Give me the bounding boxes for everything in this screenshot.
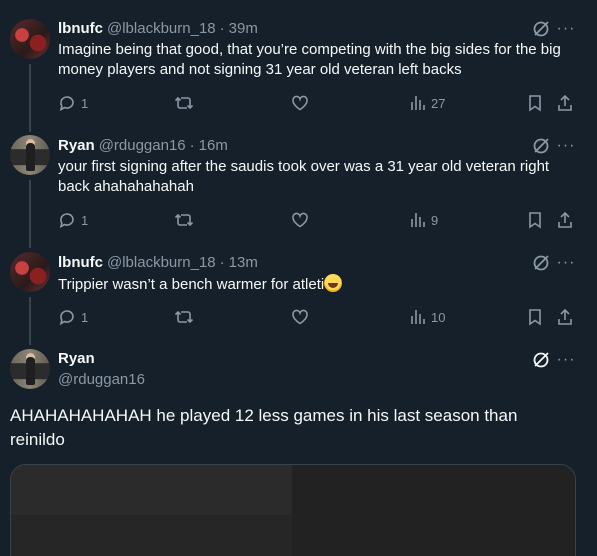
conversation-feed: lbnufc @lblackburn_18 · 39m ··· Imagine … [0, 0, 597, 556]
reply-count: 1 [81, 212, 89, 228]
reply-icon [58, 211, 76, 229]
author-name[interactable]: lbnufc [58, 254, 103, 271]
share-icon [556, 94, 574, 112]
like-button[interactable] [291, 307, 314, 327]
reply-text: your first signing after the saudis took… [58, 158, 550, 195]
like-icon [291, 94, 309, 112]
share-icon [556, 211, 574, 229]
reply-header: lbnufc @lblackburn_18 · 13m [58, 252, 258, 272]
reply-button[interactable]: 1 [58, 307, 88, 327]
avatar[interactable] [10, 135, 50, 175]
view-count: 9 [431, 212, 439, 228]
reply-icon [58, 308, 76, 326]
reply-text: Trippier wasn’t a bench warmer for atlet… [58, 274, 573, 295]
views-icon [410, 211, 426, 229]
rolling-on-floor-laughing-emoji [324, 274, 343, 292]
views-icon [410, 308, 426, 326]
timestamp[interactable]: 39m [229, 20, 258, 37]
reply-header: lbnufc @lblackburn_18 · 39m [58, 18, 258, 38]
separator: · [219, 19, 225, 37]
avatar[interactable] [10, 252, 50, 292]
grok-icon[interactable] [532, 351, 550, 369]
reply-text: Imagine being that good, that you’re com… [58, 41, 561, 78]
author-handle[interactable]: @rduggan16 [58, 371, 145, 388]
views-icon [410, 94, 426, 112]
thread-line [29, 180, 31, 248]
separator: · [189, 136, 195, 154]
grok-icon[interactable] [532, 254, 550, 272]
views-button[interactable]: 10 [410, 307, 445, 327]
retweet-icon [174, 94, 194, 112]
bookmark-button[interactable] [527, 210, 543, 230]
more-icon[interactable]: ··· [556, 20, 576, 38]
reply-button[interactable]: 1 [58, 93, 88, 113]
reply-header: Ryan @rduggan16 · 16m [58, 135, 228, 155]
grok-icon[interactable] [532, 137, 550, 155]
like-button[interactable] [291, 210, 314, 230]
timestamp[interactable]: 13m [229, 254, 258, 271]
reply-count: 1 [81, 95, 89, 111]
view-count: 27 [431, 95, 446, 111]
author-name[interactable]: lbnufc [58, 20, 103, 37]
like-icon [291, 308, 309, 326]
post-media[interactable] [10, 464, 576, 556]
views-button[interactable]: 9 [410, 210, 438, 230]
more-icon[interactable]: ··· [556, 351, 576, 369]
media-image-left-top [11, 465, 292, 515]
like-icon [291, 211, 309, 229]
grok-icon[interactable] [532, 20, 550, 38]
timestamp[interactable]: 16m [199, 137, 228, 154]
share-button[interactable] [556, 210, 574, 230]
reply-icon [58, 94, 76, 112]
media-image-right[interactable] [292, 465, 575, 556]
more-icon[interactable]: ··· [556, 254, 576, 272]
author-handle[interactable]: @lblackburn_18 [107, 20, 216, 37]
view-count: 10 [431, 309, 446, 325]
reply-actions: 1 9 [58, 210, 578, 230]
retweet-button[interactable] [174, 307, 199, 327]
separator: · [219, 253, 225, 271]
retweet-icon [174, 308, 194, 326]
bookmark-button[interactable] [527, 93, 543, 113]
more-icon[interactable]: ··· [556, 137, 576, 155]
reply-count: 1 [81, 309, 89, 325]
share-button[interactable] [556, 307, 574, 327]
post-text: AHAHAHAHAHAH he played 12 less games in … [10, 406, 518, 449]
author-name[interactable]: Ryan [58, 350, 95, 367]
avatar[interactable] [10, 349, 50, 389]
retweet-button[interactable] [174, 210, 199, 230]
bookmark-icon [527, 211, 543, 229]
reply-actions: 1 27 [58, 93, 578, 113]
retweet-icon [174, 211, 194, 229]
retweet-button[interactable] [174, 93, 199, 113]
author-handle[interactable]: @rduggan16 [99, 137, 186, 154]
share-icon [556, 308, 574, 326]
share-button[interactable] [556, 93, 574, 113]
author-name[interactable]: Ryan [58, 137, 95, 154]
thread-line [29, 297, 31, 345]
like-button[interactable] [291, 93, 314, 113]
reply-button[interactable]: 1 [58, 210, 88, 230]
thread-line [29, 64, 31, 132]
bookmark-icon [527, 308, 543, 326]
reply-text-content: Trippier wasn’t a bench warmer for atlet… [58, 276, 325, 293]
author-handle[interactable]: @lblackburn_18 [107, 254, 216, 271]
reply-actions: 1 10 [58, 307, 578, 327]
bookmark-icon [527, 94, 543, 112]
views-button[interactable]: 27 [410, 93, 445, 113]
avatar[interactable] [10, 19, 50, 59]
bookmark-button[interactable] [527, 307, 543, 327]
